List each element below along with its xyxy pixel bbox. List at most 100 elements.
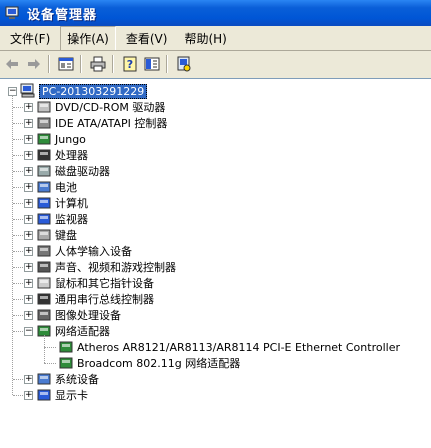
disk-drive-icon (37, 165, 51, 177)
battery-icon (37, 181, 51, 193)
tree-category-item[interactable]: 磁盘驱动器 (36, 163, 110, 179)
category-label: DVD/CD-ROM 驱动器 (55, 101, 166, 114)
tree-category-item[interactable]: 网络适配器 (36, 323, 110, 339)
sound-icon (37, 261, 51, 273)
menu-file[interactable]: 文件(F) (3, 26, 57, 51)
menu-view[interactable]: 查看(V) (119, 26, 175, 51)
help-icon[interactable]: ? (120, 54, 140, 74)
back-icon[interactable] (2, 54, 22, 74)
category-label: 鼠标和其它指针设备 (55, 277, 154, 290)
toolbar-separator (80, 54, 82, 73)
expand-toggle[interactable]: + (24, 263, 33, 272)
category-label: 显示卡 (55, 389, 88, 402)
tree-category-item[interactable]: 计算机 (36, 195, 88, 211)
dvd-drive-icon (37, 101, 51, 113)
expand-toggle[interactable]: + (24, 311, 33, 320)
menu-action[interactable]: 操作(A) (60, 25, 116, 51)
expand-toggle[interactable]: + (24, 247, 33, 256)
category-label: 图像处理设备 (55, 309, 121, 322)
system-device-icon (37, 373, 51, 385)
category-label: Jungo (55, 132, 86, 146)
category-label: 键盘 (55, 229, 77, 242)
root-label[interactable]: PC-201303291229 (39, 83, 148, 99)
toolbar-separator (112, 54, 114, 73)
device-tree[interactable]: − PC-201303291229 + DVD/CD-ROM 驱动器 + IDE AT… (0, 78, 431, 448)
processor-icon (37, 149, 51, 161)
jungo-icon (37, 133, 51, 145)
window-title: 设备管理器 (27, 7, 98, 23)
device-label: Atheros AR8121/AR8113/AR8114 PCI-E Ether… (77, 340, 400, 354)
expand-toggle[interactable]: + (24, 151, 33, 160)
hid-icon (37, 245, 51, 257)
tree-category-item[interactable]: 声音、视频和游戏控制器 (36, 259, 176, 275)
mouse-icon (37, 277, 51, 289)
expand-toggle[interactable]: + (24, 103, 33, 112)
collapse-toggle[interactable]: − (24, 327, 33, 336)
forward-icon[interactable] (24, 54, 44, 74)
tree-category-item[interactable]: 人体学输入设备 (36, 243, 132, 259)
monitor-icon (37, 213, 51, 225)
expand-toggle[interactable]: + (24, 135, 33, 144)
tree-category-item[interactable]: 图像处理设备 (36, 307, 121, 323)
tree-line (44, 335, 45, 363)
category-label: 磁盘驱动器 (55, 165, 110, 178)
expand-toggle[interactable]: + (24, 375, 33, 384)
expand-toggle[interactable]: + (24, 391, 33, 400)
menu-bar: 文件(F) 操作(A) 查看(V) 帮助(H) (0, 25, 431, 51)
expand-toggle[interactable]: + (24, 231, 33, 240)
properties-icon[interactable] (56, 54, 76, 74)
tree-line (12, 95, 13, 395)
toolbar-separator (48, 54, 50, 73)
tree-category-item[interactable]: 处理器 (36, 147, 88, 163)
toolbar-separator (166, 54, 168, 73)
category-label: 电池 (55, 181, 77, 194)
scan-hardware-icon[interactable] (174, 54, 194, 74)
category-label: 系统设备 (55, 373, 99, 386)
expand-toggle[interactable]: + (24, 183, 33, 192)
tree-line (44, 363, 56, 364)
keyboard-icon (37, 229, 51, 241)
ide-controller-icon (37, 117, 51, 129)
display-adapter-icon (37, 389, 51, 401)
expand-toggle[interactable]: + (24, 119, 33, 128)
svg-text:?: ? (127, 58, 133, 71)
tree-device-item[interactable]: Atheros AR8121/AR8113/AR8114 PCI-E Ether… (58, 339, 400, 355)
tree-device-item[interactable]: Broadcom 802.11g 网络适配器 (58, 355, 240, 371)
tree-category-item[interactable]: 鼠标和其它指针设备 (36, 275, 154, 291)
tree-category-item[interactable]: 显示卡 (36, 387, 88, 403)
tree-line (44, 347, 56, 348)
expand-toggle[interactable]: + (24, 215, 33, 224)
expand-toggle[interactable]: + (24, 295, 33, 304)
device-label: Broadcom 802.11g 网络适配器 (77, 357, 241, 370)
tree-category-item[interactable]: 通用串行总线控制器 (36, 291, 154, 307)
view-icon[interactable] (142, 54, 162, 74)
category-label: 监视器 (55, 213, 88, 226)
tree-category-item[interactable]: 电池 (36, 179, 77, 195)
category-label: 计算机 (55, 197, 88, 210)
tree-root[interactable]: PC-201303291229 (20, 83, 148, 99)
category-label: IDE ATA/ATAPI 控制器 (55, 117, 168, 130)
category-label: 处理器 (55, 149, 88, 162)
computer-icon (37, 197, 51, 209)
category-label: 声音、视频和游戏控制器 (55, 261, 176, 274)
usb-icon (37, 293, 51, 305)
title-bar[interactable]: 设备管理器 (0, 0, 431, 26)
computer-icon (20, 83, 35, 98)
expand-toggle[interactable]: + (24, 167, 33, 176)
device-manager-icon (5, 6, 19, 19)
tree-category-item[interactable]: Jungo (36, 131, 86, 147)
expand-toggle[interactable]: + (24, 199, 33, 208)
tree-category-item[interactable]: 键盘 (36, 227, 77, 243)
network-adapter-icon (59, 341, 73, 353)
toolbar: ? (0, 51, 431, 76)
imaging-icon (37, 309, 51, 321)
expand-toggle[interactable]: + (24, 279, 33, 288)
menu-help[interactable]: 帮助(H) (177, 26, 233, 51)
tree-category-item[interactable]: 系统设备 (36, 371, 99, 387)
category-label: 人体学输入设备 (55, 245, 132, 258)
tree-category-item[interactable]: IDE ATA/ATAPI 控制器 (36, 115, 167, 131)
tree-category-item[interactable]: DVD/CD-ROM 驱动器 (36, 99, 165, 115)
print-icon[interactable] (88, 54, 108, 74)
network-adapter-icon (59, 357, 73, 369)
tree-category-item[interactable]: 监视器 (36, 211, 88, 227)
